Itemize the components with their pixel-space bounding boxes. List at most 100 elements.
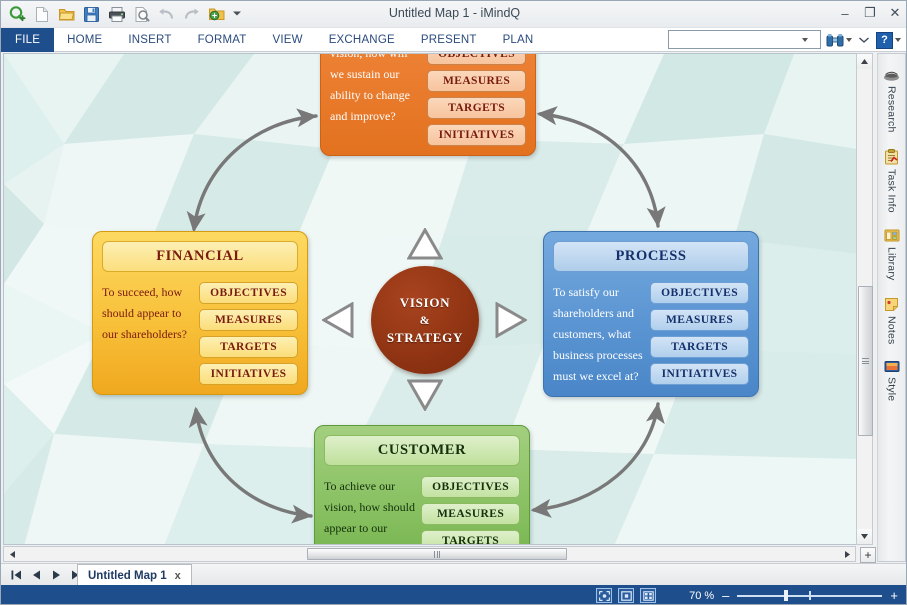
help-button[interactable]: ?: [876, 31, 893, 49]
box-title-financial: FINANCIAL: [102, 241, 298, 272]
clipboard-task-icon: [885, 148, 898, 165]
btn-targets-learning[interactable]: TARGETS: [427, 97, 526, 119]
btn-measures-learning[interactable]: MEASURES: [427, 70, 526, 92]
btn-objectives-customer[interactable]: OBJECTIVES: [421, 476, 520, 498]
rail-tab-taskinfo[interactable]: Task Info: [878, 143, 905, 223]
horizontal-scroll-thumb[interactable]: [307, 548, 567, 560]
tab-present[interactable]: PRESENT: [408, 28, 490, 52]
ribbon-tab-bar: FILE HOME INSERT FORMAT VIEW EXCHANGE PR…: [1, 28, 906, 52]
btn-measures-process[interactable]: MEASURES: [650, 309, 749, 331]
map-canvas-viewport[interactable]: LEARNING & GROWTH vision, how will we su…: [3, 53, 856, 545]
first-page-button[interactable]: [9, 566, 23, 583]
btn-targets-financial[interactable]: TARGETS: [199, 336, 298, 358]
tab-file[interactable]: FILE: [1, 28, 55, 52]
btn-objectives-financial[interactable]: OBJECTIVES: [199, 282, 298, 304]
perspective-box-process[interactable]: PROCESS To satisfy our shareholders and …: [543, 231, 759, 397]
box-question-customer: To achieve our vision, how should appear…: [324, 479, 416, 544]
scroll-left-button[interactable]: [5, 547, 19, 561]
btn-measures-financial[interactable]: MEASURES: [199, 309, 298, 331]
center-line-2: &: [419, 312, 431, 327]
rail-label-research: Research: [885, 86, 898, 133]
close-button[interactable]: ✕: [888, 5, 902, 21]
status-bar: 70 % – +: [1, 585, 906, 604]
btn-targets-customer[interactable]: TARGETS: [421, 530, 520, 544]
ribbon-tabs: FILE HOME INSERT FORMAT VIEW EXCHANGE PR…: [1, 28, 546, 52]
scroll-up-button[interactable]: [857, 54, 872, 69]
btn-initiatives-learning[interactable]: INITIATIVES: [427, 124, 526, 146]
minimize-button[interactable]: –: [838, 6, 852, 21]
btn-initiatives-process[interactable]: INITIATIVES: [650, 363, 749, 385]
rail-tab-style[interactable]: Style: [878, 354, 905, 411]
close-tab-icon[interactable]: x: [175, 570, 181, 582]
page-nav-buttons: [9, 566, 83, 583]
ribbon-search-box[interactable]: [668, 30, 821, 49]
box-title-process: PROCESS: [553, 241, 749, 272]
rail-tab-library[interactable]: Library: [878, 222, 905, 291]
maximize-button[interactable]: ❐: [863, 5, 877, 21]
central-topic-vision-strategy[interactable]: VISION & STRATEGY: [371, 266, 479, 374]
center-line-3: STRATEGY: [386, 329, 464, 345]
zoom-in-button[interactable]: +: [890, 589, 898, 602]
zoom-out-button[interactable]: –: [722, 589, 729, 602]
scroll-grip-icon: [862, 357, 869, 366]
previous-page-button[interactable]: [29, 566, 43, 583]
box-question-financial: To succeed, how should appear to our sha…: [102, 285, 187, 341]
btn-measures-customer[interactable]: MEASURES: [421, 503, 520, 525]
vertical-scroll-thumb[interactable]: [858, 286, 873, 436]
rail-label-library: Library: [885, 247, 898, 281]
map-canvas[interactable]: LEARNING & GROWTH vision, how will we su…: [4, 54, 856, 544]
btn-objectives-learning[interactable]: OBJECTIVES: [427, 54, 526, 65]
center-map-icon[interactable]: [618, 588, 634, 603]
collapse-ribbon-button[interactable]: [857, 30, 871, 50]
btn-initiatives-financial[interactable]: INITIATIVES: [199, 363, 298, 385]
overview-icon[interactable]: [640, 588, 656, 603]
box-title-customer: CUSTOMER: [324, 435, 520, 466]
find-dropdown-icon[interactable]: [846, 38, 852, 42]
previous-page-icon: [32, 570, 40, 579]
horizontal-scrollbar[interactable]: [3, 546, 856, 562]
search-dropdown-icon[interactable]: [802, 37, 808, 42]
caret-up-icon: [861, 59, 868, 64]
btn-objectives-process[interactable]: OBJECTIVES: [650, 282, 749, 304]
library-icon: [884, 229, 899, 242]
find-tool[interactable]: [825, 30, 853, 50]
zoom-controls: 70 % – +: [689, 585, 898, 604]
document-tab-label: Untitled Map 1: [88, 569, 167, 582]
zoom-slider-thumb[interactable]: [784, 590, 789, 601]
notes-icon: [885, 297, 898, 311]
caret-right-icon: [844, 550, 850, 558]
rail-label-taskinfo: Task Info: [885, 168, 898, 213]
help-tool[interactable]: ?: [875, 30, 902, 50]
tab-insert[interactable]: INSERT: [115, 28, 184, 52]
btn-targets-process[interactable]: TARGETS: [650, 336, 749, 358]
expand-canvas-button[interactable]: +: [860, 547, 876, 563]
help-dropdown-icon[interactable]: [895, 38, 901, 42]
perspective-box-learning[interactable]: LEARNING & GROWTH vision, how will we su…: [320, 54, 536, 156]
next-page-button[interactable]: [49, 566, 63, 583]
rail-tab-notes[interactable]: Notes: [878, 291, 905, 354]
scroll-right-button[interactable]: [840, 547, 854, 561]
tab-plan[interactable]: PLAN: [490, 28, 547, 52]
rail-tab-research[interactable]: Research: [878, 62, 905, 143]
tab-home[interactable]: HOME: [54, 28, 115, 52]
chevron-down-icon: [859, 37, 869, 43]
vertical-scrollbar[interactable]: [856, 53, 873, 545]
box-buttons-learning: OBJECTIVES MEASURES TARGETS INITIATIVES: [427, 54, 526, 146]
document-tab[interactable]: Untitled Map 1 x: [77, 564, 192, 586]
search-input[interactable]: [669, 31, 802, 48]
fit-map-icon[interactable]: [596, 588, 612, 603]
rail-label-style: Style: [885, 377, 898, 402]
tab-exchange[interactable]: EXCHANGE: [316, 28, 408, 52]
tab-view[interactable]: VIEW: [259, 28, 315, 52]
zoom-level-label: 70 %: [689, 589, 715, 602]
rail-label-notes: Notes: [885, 315, 898, 345]
zoom-slider-tick: [809, 591, 811, 600]
arrow-right-triangle: [495, 302, 527, 338]
zoom-slider[interactable]: [737, 590, 883, 601]
imindq-window: Untitled Map 1 - iMindQ – ❐ ✕ FILE HOME …: [0, 0, 907, 605]
scroll-down-button[interactable]: [857, 529, 872, 544]
perspective-box-customer[interactable]: CUSTOMER To achieve our vision, how shou…: [314, 425, 530, 544]
window-controls: – ❐ ✕: [838, 5, 902, 21]
perspective-box-financial[interactable]: FINANCIAL To succeed, how should appear …: [92, 231, 308, 395]
tab-format[interactable]: FORMAT: [185, 28, 260, 52]
